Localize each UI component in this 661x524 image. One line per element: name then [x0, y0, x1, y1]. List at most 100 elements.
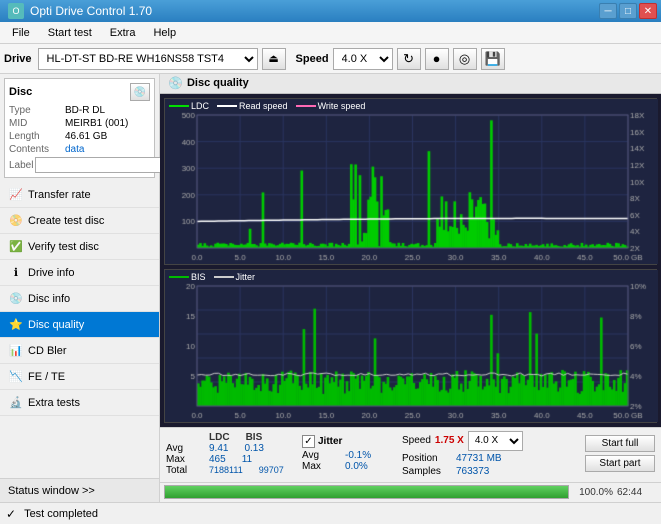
progress-bar-outer	[164, 485, 569, 499]
drive-select[interactable]: HL-DT-ST BD-RE WH16NS58 TST4	[38, 48, 258, 70]
legend-bis-label: BIS	[191, 272, 206, 282]
samples-label: Samples	[402, 466, 452, 477]
disc-length-label: Length	[9, 131, 65, 142]
progress-time: 62:44	[617, 487, 657, 498]
disc-info-button[interactable]: 💿	[130, 83, 150, 101]
stats-row: LDC BIS Avg 9.41 0.13 Max 465 11 Total	[166, 431, 655, 477]
nav-transfer-rate[interactable]: 📈 Transfer rate	[0, 182, 159, 208]
chart-top-legend: LDC Read speed Write speed	[169, 101, 365, 111]
jitter-label: Jitter	[318, 436, 342, 447]
samples-row: Samples 763373	[402, 466, 523, 477]
jitter-color	[214, 276, 234, 278]
menu-help[interactable]: Help	[145, 25, 184, 41]
eject-button[interactable]: ⏏	[262, 48, 286, 70]
status-icon: ✓	[6, 507, 16, 521]
sidebar-nav: 📈 Transfer rate 📀 Create test disc ✅ Ver…	[0, 182, 159, 478]
nav-disc-quality[interactable]: ⭐ Disc quality	[0, 312, 159, 338]
app-icon: O	[8, 3, 24, 19]
main-layout: Disc 💿 Type BD-R DL MID MEIRB1 (001) Len…	[0, 74, 661, 502]
refresh-button[interactable]: ↻	[397, 48, 421, 70]
max-label: Max	[166, 454, 201, 465]
status-window-button[interactable]: Status window >>	[0, 478, 159, 502]
disc-quality-icon-header: 💿	[168, 76, 183, 90]
disc-quality-icon: ⭐	[8, 317, 24, 333]
disc-length-value: 46.61 GB	[65, 131, 107, 142]
status-text: Test completed	[24, 508, 98, 520]
nav-drive-info-label: Drive info	[28, 267, 74, 279]
disc-panel-title: Disc	[9, 86, 32, 98]
disc-quality-title: Disc quality	[187, 77, 249, 89]
jitter-avg: -0.1%	[337, 450, 379, 461]
total-ldc: 7188111	[201, 465, 251, 475]
max-ldc: 465	[201, 454, 234, 465]
cd-bler-icon: 📊	[8, 343, 24, 359]
speed-select[interactable]: 4.0 X 8.0 X	[333, 48, 393, 70]
nav-create-disc-label: Create test disc	[28, 215, 104, 227]
disc-type-row: Type BD-R DL	[9, 105, 150, 116]
nav-cd-bler-label: CD Bler	[28, 345, 67, 357]
chart-bottom-canvas	[165, 270, 658, 422]
disc-quality-header: 💿 Disc quality	[160, 74, 661, 94]
nav-verify-test-disc[interactable]: ✅ Verify test disc	[0, 234, 159, 260]
jitter-avg-label: Avg	[302, 450, 337, 461]
jitter-checkbox[interactable]: ✓	[302, 435, 315, 448]
extra-tests-icon: 🔬	[8, 395, 24, 411]
progress-percent: 100.0%	[573, 487, 613, 498]
settings-button[interactable]: ◎	[453, 48, 477, 70]
total-label: Total	[166, 465, 201, 476]
stats-headers: LDC BIS	[166, 432, 296, 443]
menu-start-test[interactable]: Start test	[40, 25, 100, 41]
nav-fe-te[interactable]: 📉 FE / TE	[0, 364, 159, 390]
chart-bottom: BIS Jitter	[164, 269, 657, 423]
drive-label: Drive	[4, 53, 32, 65]
verify-disc-icon: ✅	[8, 239, 24, 255]
avg-label: Avg	[166, 443, 201, 454]
legend-read-speed: Read speed	[217, 101, 288, 111]
app-title: Opti Drive Control 1.70	[30, 4, 152, 18]
jitter-avg-row: Avg -0.1%	[302, 450, 392, 461]
drive-info-icon: ℹ	[8, 265, 24, 281]
speed-value: 1.75 X	[435, 435, 464, 446]
legend-ldc: LDC	[169, 101, 209, 111]
minimize-button[interactable]: ─	[599, 3, 617, 19]
speed-select-bottom[interactable]: 4.0 X 8.0 X	[468, 431, 523, 451]
nav-drive-info[interactable]: ℹ Drive info	[0, 260, 159, 286]
menu-extra[interactable]: Extra	[102, 25, 144, 41]
disc-header: Disc 💿	[9, 83, 150, 101]
titlebar: O Opti Drive Control 1.70 ─ □ ✕	[0, 0, 661, 22]
disc-label-row: Label 🔍	[9, 157, 150, 173]
legend-jitter: Jitter	[214, 272, 256, 282]
nav-extra-tests[interactable]: 🔬 Extra tests	[0, 390, 159, 416]
disc-mid-value: MEIRB1 (001)	[65, 118, 128, 129]
ldc-color	[169, 105, 189, 107]
start-part-button[interactable]: Start part	[585, 455, 655, 472]
speed-stats: Speed 1.75 X 4.0 X 8.0 X Position 47731 …	[402, 431, 523, 477]
status-window-label: Status window >>	[8, 485, 95, 497]
save-button[interactable]: 💾	[481, 48, 505, 70]
menu-file[interactable]: File	[4, 25, 38, 41]
disc-mid-row: MID MEIRB1 (001)	[9, 118, 150, 129]
disc-length-row: Length 46.61 GB	[9, 131, 150, 142]
bis-color	[169, 276, 189, 278]
disc-contents-label: Contents	[9, 144, 65, 155]
nav-cd-bler[interactable]: 📊 CD Bler	[0, 338, 159, 364]
action-buttons: Start full Start part	[585, 435, 655, 472]
maximize-button[interactable]: □	[619, 3, 637, 19]
nav-disc-info[interactable]: 💿 Disc info	[0, 286, 159, 312]
nav-create-test-disc[interactable]: 📀 Create test disc	[0, 208, 159, 234]
disc-label-input[interactable]	[35, 157, 173, 173]
disc-info-icon: 💿	[8, 291, 24, 307]
jitter-max-label: Max	[302, 461, 337, 472]
jitter-max-row: Max 0.0%	[302, 461, 392, 472]
close-button[interactable]: ✕	[639, 3, 657, 19]
start-full-button[interactable]: Start full	[585, 435, 655, 452]
nav-extra-tests-label: Extra tests	[28, 397, 80, 409]
content-area: 💿 Disc quality LDC Read speed	[160, 74, 661, 502]
speed-row: Speed 1.75 X 4.0 X 8.0 X	[402, 431, 523, 451]
progress-area: 100.0% 62:44	[160, 482, 661, 502]
nav-disc-info-label: Disc info	[28, 293, 70, 305]
record-button[interactable]: ●	[425, 48, 449, 70]
titlebar-buttons: ─ □ ✕	[599, 3, 657, 19]
position-label: Position	[402, 453, 452, 464]
disc-panel: Disc 💿 Type BD-R DL MID MEIRB1 (001) Len…	[4, 78, 155, 178]
